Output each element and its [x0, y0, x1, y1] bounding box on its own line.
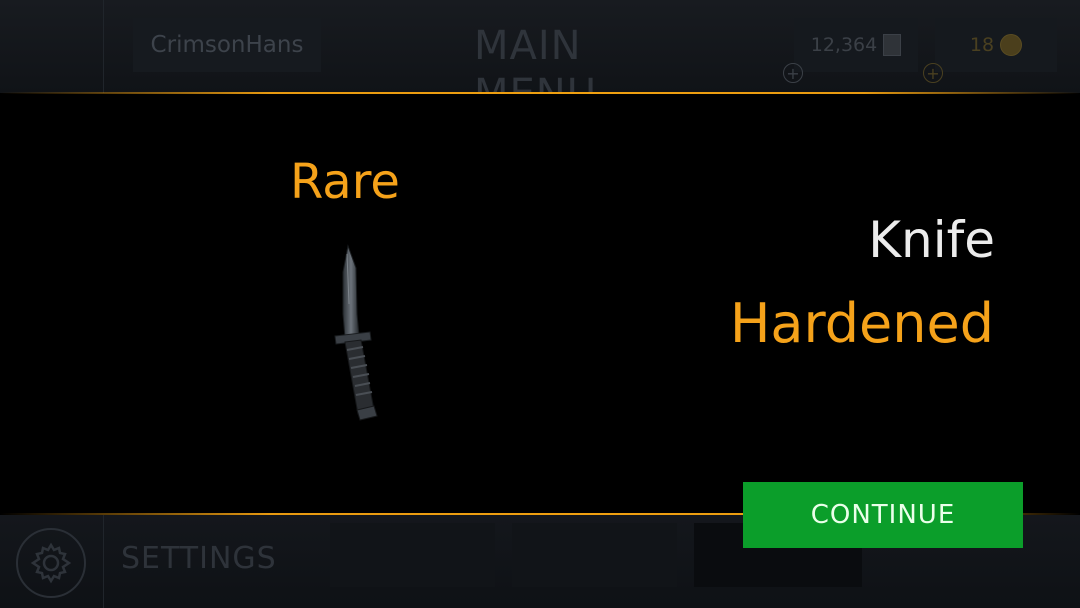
username-label: CrimsonHans: [150, 32, 304, 58]
skin-name: Hardened: [729, 292, 994, 355]
username-button[interactable]: CrimsonHans: [133, 18, 321, 72]
page-title: MAIN MENU: [474, 23, 596, 117]
knife-item-image: [334, 244, 378, 421]
continue-label: CONTINUE: [810, 500, 956, 530]
menu-tile: [330, 523, 495, 587]
continue-button[interactable]: CONTINUE: [743, 482, 1023, 548]
add-credits-plus-icon[interactable]: +: [783, 63, 803, 83]
gold-display[interactable]: 18: [935, 18, 1057, 72]
panel-top-border: [0, 92, 1080, 94]
settings-label[interactable]: SETTINGS: [121, 537, 277, 581]
top-bar: CrimsonHans MAIN MENU 12,364 + 18 +: [0, 0, 1080, 117]
gold-value: 18: [969, 34, 995, 56]
settings-button[interactable]: [16, 528, 86, 598]
weapon-name: Knife: [868, 211, 995, 269]
credits-display[interactable]: 12,364: [794, 18, 918, 72]
gold-coin-icon: [1000, 34, 1023, 56]
add-gold-plus-icon[interactable]: +: [923, 63, 943, 83]
menu-tile: [512, 523, 677, 587]
credits-icon: [883, 34, 902, 56]
item-rarity: Rare: [290, 154, 400, 210]
gear-icon: [30, 542, 72, 584]
top-left-slot: [0, 0, 104, 93]
credits-value: 12,364: [810, 34, 878, 56]
